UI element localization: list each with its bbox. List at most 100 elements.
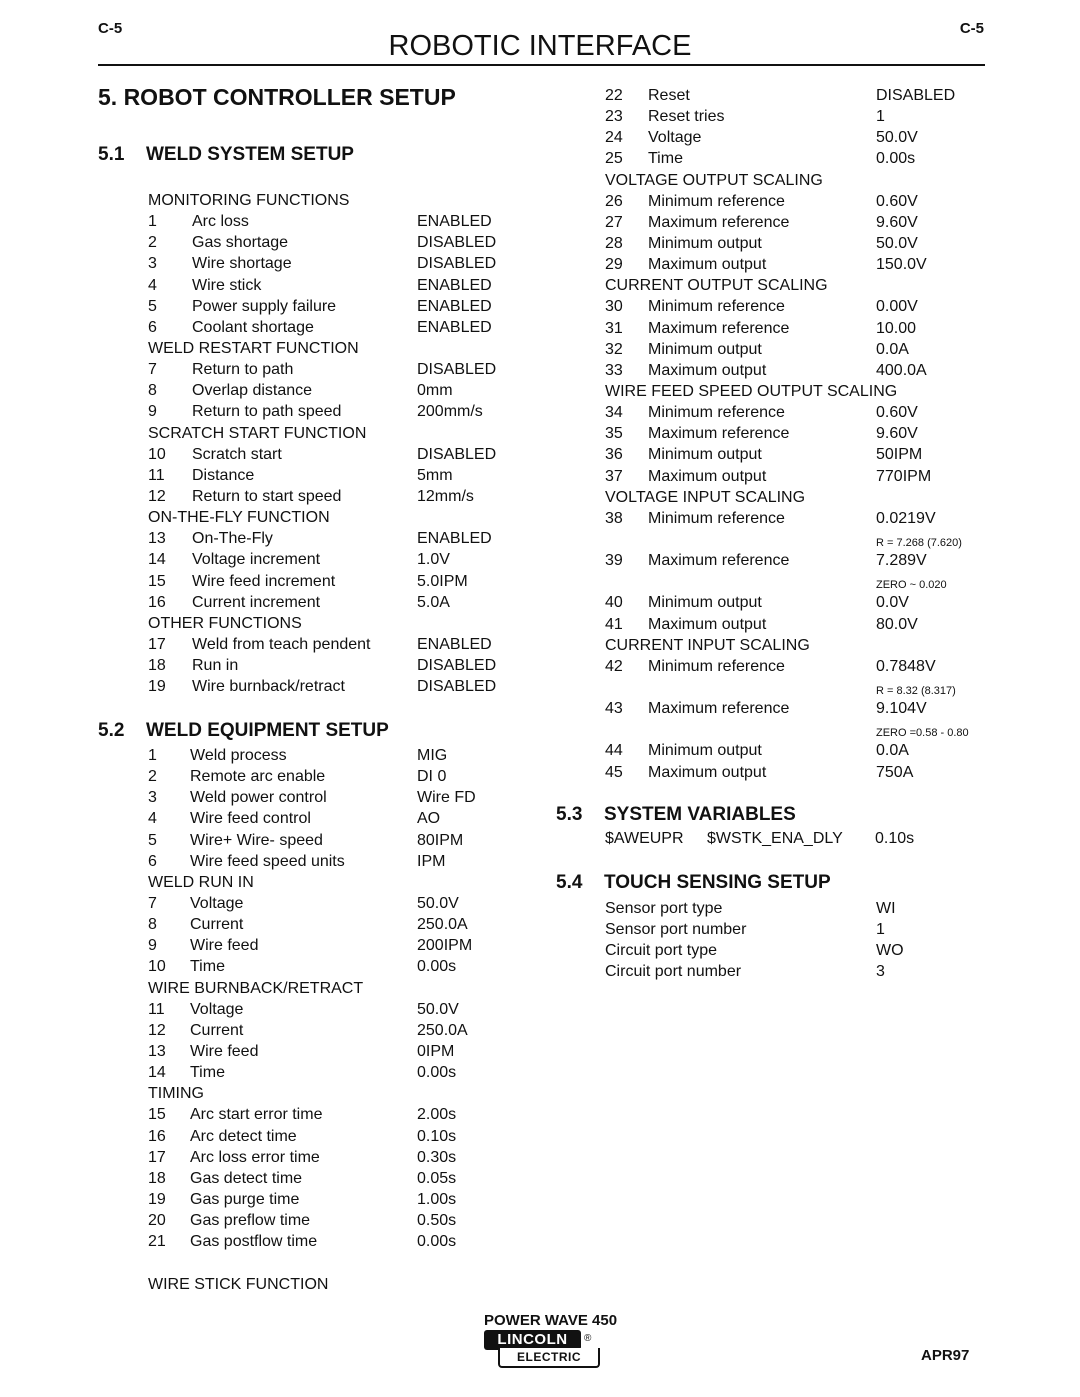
setting-number: 24: [605, 129, 623, 147]
setting-value: 0.00s: [417, 958, 457, 976]
setting-number: 27: [605, 213, 623, 231]
setting-number: 36: [605, 446, 623, 464]
setting-number: 39: [605, 552, 623, 570]
setting-row: 39 Maximum reference 7.289V: [605, 550, 1005, 571]
setting-label: Maximum output: [648, 615, 767, 633]
setting-row: 16 Arc detect time 0.10s: [148, 1126, 528, 1147]
setting-label: Minimum output: [648, 340, 762, 358]
setting-value: 1.00s: [417, 1190, 457, 1208]
setting-value: 50.0V: [876, 129, 918, 147]
setting-label: Minimum output: [648, 742, 762, 760]
setting-value: 2.00s: [417, 1106, 457, 1124]
setting-value: 3: [876, 963, 885, 981]
setting-number: 18: [148, 1169, 166, 1187]
setting-number: 29: [605, 256, 623, 274]
setting-label: Gas preflow time: [190, 1212, 311, 1230]
setting-value: 0.7848V: [876, 657, 936, 675]
setting-label: Run in: [192, 657, 239, 675]
setting-label: Minimum reference: [648, 298, 785, 316]
setting-row: 45 Maximum output 750A: [605, 762, 1005, 783]
setting-number: 38: [605, 509, 623, 527]
setting-value: 200IPM: [417, 937, 473, 955]
setting-row: 35 Maximum reference 9.60V: [605, 423, 1005, 444]
setting-label: Maximum reference: [648, 319, 790, 337]
setting-value: ENABLED: [417, 297, 492, 315]
calibration-note: ZERO =0.58 - 0.80: [605, 719, 1005, 740]
setting-row: 1 Arc loss ENABLED: [148, 211, 528, 232]
setting-row: 5 Power supply failure ENABLED: [148, 296, 528, 317]
setting-label: Sensor port number: [605, 921, 747, 939]
setting-row: 40 Minimum output 0.0V: [605, 592, 1005, 613]
setting-row: 8 Overlap distance 0mm: [148, 380, 528, 401]
setting-row: 43 Maximum reference 9.104V: [605, 698, 1005, 719]
setting-row: 17 Weld from teach pendent ENABLED: [148, 634, 528, 655]
section-number: 5.1: [98, 144, 125, 165]
setting-label: Time: [190, 1064, 225, 1082]
setting-value: Wire FD: [417, 789, 476, 807]
setting-label: Maximum reference: [648, 700, 790, 718]
setting-value: 0.0V: [876, 594, 909, 612]
setting-number: 32: [605, 340, 623, 358]
setting-label: Maximum output: [648, 361, 767, 379]
setting-label: Circuit port number: [605, 963, 742, 981]
setting-value: 0mm: [417, 382, 453, 400]
setting-number: 10: [148, 445, 166, 463]
setting-label: Maximum reference: [648, 552, 790, 570]
setting-value: ENABLED: [417, 213, 492, 231]
setting-row: 34 Minimum reference 0.60V: [605, 402, 1005, 423]
weld-equipment-list-continued: 22 Reset DISABLED 23 Reset tries 1 24 Voltage 50…: [605, 85, 1005, 783]
setting-value: 0.10s: [417, 1127, 457, 1145]
setting-label: Voltage: [190, 1000, 244, 1018]
setting-row: 4 Wire stick ENABLED: [148, 275, 528, 296]
setting-label: Minimum reference: [648, 657, 785, 675]
header-rule: [98, 64, 985, 66]
setting-row: 4 Wire feed control AO: [148, 808, 528, 829]
setting-number: 3: [148, 255, 157, 273]
setting-number: 13: [148, 1042, 166, 1060]
setting-value: AO: [417, 810, 441, 828]
setting-label: Overlap distance: [192, 382, 313, 400]
setting-value: DISABLED: [417, 657, 497, 675]
setting-label: Voltage increment: [192, 551, 321, 569]
setting-value: 0IPM: [417, 1042, 455, 1060]
setting-row: 7 Return to path DISABLED: [148, 359, 528, 380]
setting-row: 22 Reset DISABLED: [605, 85, 1005, 106]
category-heading: CURRENT OUTPUT SCALING: [605, 277, 828, 295]
category-heading: OTHER FUNCTIONS: [148, 614, 302, 632]
setting-row: 2 Remote arc enable DI 0: [148, 766, 528, 787]
setting-label: Current: [190, 1021, 244, 1039]
setting-value: ENABLED: [417, 318, 492, 336]
setting-number: 22: [605, 87, 623, 104]
setting-value: 9.104V: [876, 700, 927, 718]
setting-row: 28 Minimum output 50.0V: [605, 233, 1005, 254]
setting-number: 10: [148, 958, 166, 976]
setting-number: 35: [605, 425, 623, 443]
section-title: WELD EQUIPMENT SETUP: [146, 720, 389, 741]
lincoln-electric-logo: LINCOLN ELECTRIC ®: [484, 1330, 604, 1370]
section-title: TOUCH SENSING SETUP: [604, 872, 831, 893]
setting-label: Return to path: [192, 361, 294, 379]
setting-number: 6: [148, 318, 157, 336]
setting-value: WI: [876, 900, 896, 917]
setting-label: Return to path speed: [192, 403, 342, 421]
setting-row: 10 Scratch start DISABLED: [148, 444, 528, 465]
setting-label: Sensor port type: [605, 900, 723, 917]
setting-label: Gas shortage: [192, 234, 289, 252]
setting-value: 5.0A: [417, 593, 450, 611]
setting-number: 3: [148, 789, 157, 807]
setting-row: 23 Reset tries 1: [605, 106, 1005, 127]
setting-value: DISABLED: [417, 445, 497, 463]
setting-value: 50.0V: [876, 234, 918, 252]
setting-value: 0.30s: [417, 1148, 457, 1166]
setting-number: 8: [148, 916, 157, 934]
setting-row: 30 Minimum reference 0.00V: [605, 296, 1005, 317]
system-variable-value: 0.10s: [875, 830, 915, 847]
setting-row: 36 Minimum output 50IPM: [605, 444, 1005, 465]
setting-label: Wire feed: [190, 937, 259, 955]
setting-row: 41 Maximum output 80.0V: [605, 614, 1005, 635]
setting-number: 4: [148, 810, 157, 828]
category-heading: SCRATCH START FUNCTION: [148, 424, 367, 442]
setting-number: 11: [148, 1000, 165, 1018]
setting-value: DISABLED: [876, 87, 956, 104]
setting-number: 28: [605, 234, 623, 252]
